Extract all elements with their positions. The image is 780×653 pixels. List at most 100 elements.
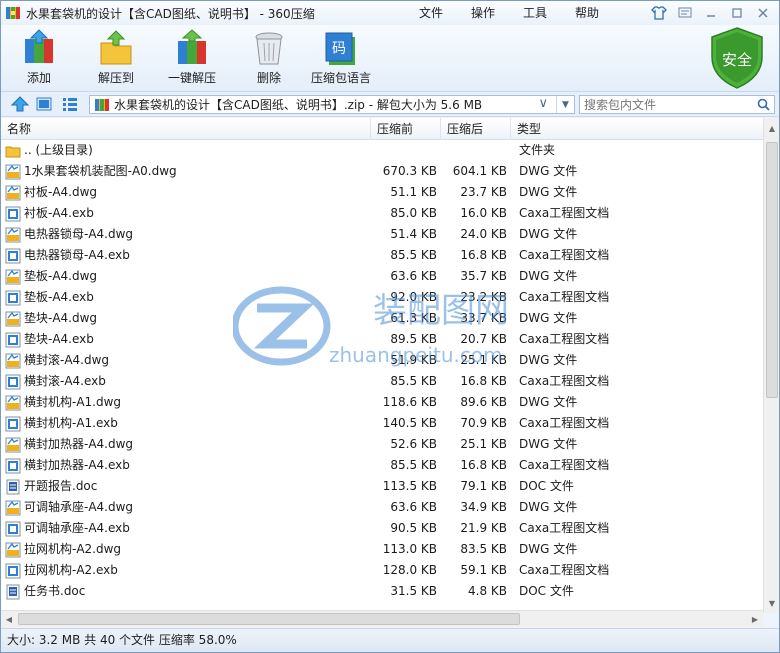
dwg-file-icon	[5, 395, 21, 410]
file-name: 横封机构-A1.dwg	[24, 395, 122, 409]
file-name-cell: 横封加热器-A4.dwg	[5, 434, 371, 455]
file-type: Caxa工程图文档	[519, 290, 610, 304]
file-row[interactable]: 横封滚-A4.exb 85.5 KB 16.8 KB Caxa工程图文档	[1, 371, 763, 392]
archive-file-icon	[95, 99, 109, 111]
file-size: 52.6 KB	[390, 437, 437, 451]
file-row[interactable]: 可调轴承座-A4.exb 90.5 KB 21.9 KB Caxa工程图文档	[1, 518, 763, 539]
menu-tools[interactable]: 工具	[509, 1, 561, 25]
scroll-right-arrow-icon[interactable]: ▶	[747, 611, 763, 627]
path-dropdown-button[interactable]: ▼	[556, 96, 574, 113]
file-row[interactable]: 横封机构-A1.dwg 118.6 KB 89.6 KB DWG 文件	[1, 392, 763, 413]
archive-path-field[interactable]: 水果套袋机的设计【含CAD图纸、说明书】.zip - 解包大小为 5.6 MB …	[89, 95, 575, 114]
file-row[interactable]: 开题报告.doc 113.5 KB 79.1 KB DOC 文件	[1, 476, 763, 497]
detail-view-icon[interactable]	[61, 96, 79, 112]
file-size: 85.5 KB	[390, 458, 437, 472]
app-window: 水果套袋机的设计【含CAD图纸、说明书】 - 360压缩 文件 操作 工具 帮助	[0, 0, 780, 653]
title-bar: 水果套袋机的设计【含CAD图纸、说明书】 - 360压缩 文件 操作 工具 帮助	[1, 1, 779, 25]
up-arrow-icon[interactable]	[11, 96, 29, 112]
file-row[interactable]: 横封加热器-A4.exb 85.5 KB 16.8 KB Caxa工程图文档	[1, 455, 763, 476]
file-size: 140.5 KB	[382, 416, 437, 430]
file-name-cell: 拉网机构-A2.dwg	[5, 539, 371, 560]
file-size: 90.5 KB	[390, 521, 437, 535]
one-click-extract-icon	[178, 29, 206, 64]
scroll-up-arrow-icon[interactable]: ▲	[764, 120, 779, 136]
address-bar: 水果套袋机的设计【含CAD图纸、说明书】.zip - 解包大小为 5.6 MB …	[1, 91, 779, 117]
file-row[interactable]: 横封加热器-A4.dwg 52.6 KB 25.1 KB DWG 文件	[1, 434, 763, 455]
thumbnail-view-icon[interactable]	[35, 96, 53, 112]
file-size: 85.0 KB	[390, 206, 437, 220]
file-name-cell: 任务书.doc	[5, 581, 371, 602]
file-row[interactable]: 可调轴承座-A4.dwg 63.6 KB 34.9 KB DWG 文件	[1, 497, 763, 518]
file-name: 1水果套袋机装配图-A0.dwg	[24, 164, 177, 178]
file-row[interactable]: 衬板-A4.dwg 51.1 KB 23.7 KB DWG 文件	[1, 182, 763, 203]
add-archive-icon	[25, 29, 53, 63]
vertical-scroll-thumb[interactable]	[766, 142, 778, 398]
file-type: Caxa工程图文档	[519, 416, 610, 430]
column-name[interactable]: 名称	[1, 118, 371, 140]
file-row[interactable]: 垫块-A4.dwg 61.3 KB 33.7 KB DWG 文件	[1, 308, 763, 329]
file-name: 可调轴承座-A4.exb	[24, 521, 130, 535]
extract-to-button[interactable]: 解压到	[98, 29, 134, 86]
file-row[interactable]: 拉网机构-A2.exb 128.0 KB 59.1 KB Caxa工程图文档	[1, 560, 763, 581]
file-size: 113.5 KB	[382, 479, 437, 493]
horizontal-scrollbar[interactable]: ◀ ▶	[1, 610, 763, 627]
horizontal-scroll-thumb[interactable]	[18, 613, 520, 625]
menu-file[interactable]: 文件	[405, 1, 457, 25]
file-row[interactable]: 1水果套袋机装配图-A0.dwg 670.3 KB 604.1 KB DWG 文件	[1, 161, 763, 182]
file-size: 113.0 KB	[382, 542, 437, 556]
file-row[interactable]: 垫板-A4.dwg 63.6 KB 35.7 KB DWG 文件	[1, 266, 763, 287]
column-packed-size[interactable]: 压缩后	[441, 118, 511, 140]
skin-shirt-icon[interactable]	[647, 4, 671, 22]
menu-operation[interactable]: 操作	[457, 1, 509, 25]
file-size: 118.6 KB	[382, 395, 437, 409]
file-row[interactable]: 任务书.doc 31.5 KB 4.8 KB DOC 文件	[1, 581, 763, 602]
one-click-extract-button[interactable]: 一键解压	[168, 29, 216, 86]
file-row[interactable]: 横封机构-A1.exb 140.5 KB 70.9 KB Caxa工程图文档	[1, 413, 763, 434]
archive-path-text: 水果套袋机的设计【含CAD图纸、说明书】.zip - 解包大小为 5.6 MB	[114, 98, 483, 112]
file-row[interactable]: 电热器锁母-A4.exb 85.5 KB 16.8 KB Caxa工程图文档	[1, 245, 763, 266]
delete-button[interactable]: 删除	[251, 29, 287, 86]
file-row[interactable]: .. (上级目录) 文件夹	[1, 140, 763, 161]
file-name: 垫板-A4.exb	[24, 290, 94, 304]
file-rows: .. (上级目录) 文件夹 1水果套袋机装配图-A0.dwg 670.3 KB 604.…	[1, 140, 763, 602]
file-packed-size: 34.9 KB	[460, 500, 507, 514]
file-packed-size: 604.1 KB	[452, 164, 507, 178]
scroll-left-arrow-icon[interactable]: ◀	[1, 611, 17, 627]
vertical-scrollbar[interactable]: ▲ ▼	[763, 118, 779, 613]
file-row[interactable]: 拉网机构-A2.dwg 113.0 KB 83.5 KB DWG 文件	[1, 539, 763, 560]
search-box[interactable]	[579, 95, 775, 114]
column-size[interactable]: 压缩前	[371, 118, 441, 140]
column-type[interactable]: 类型	[511, 118, 763, 140]
file-type: DWG 文件	[519, 185, 578, 199]
app-logo-icon	[6, 7, 20, 19]
archive-language-button[interactable]: 码 压缩包语言	[311, 29, 371, 86]
file-name: 横封加热器-A4.exb	[24, 458, 130, 472]
file-type: Caxa工程图文档	[519, 248, 610, 262]
file-packed-size: 89.6 KB	[460, 395, 507, 409]
dwg-file-icon	[5, 185, 21, 200]
minimize-icon[interactable]	[699, 4, 723, 22]
search-input[interactable]	[580, 96, 750, 113]
file-row[interactable]: 横封滚-A4.dwg 51.9 KB 25.1 KB DWG 文件	[1, 350, 763, 371]
file-row[interactable]: 垫板-A4.exb 92.0 KB 23.2 KB Caxa工程图文档	[1, 287, 763, 308]
file-row[interactable]: 电热器锁母-A4.dwg 51.4 KB 24.0 KB DWG 文件	[1, 224, 763, 245]
close-icon[interactable]	[751, 4, 775, 22]
extract-to-icon	[100, 30, 132, 65]
file-name-cell: 垫块-A4.dwg	[5, 308, 371, 329]
security-shield-badge[interactable]: 安全	[709, 27, 765, 89]
menu-help[interactable]: 帮助	[561, 1, 613, 25]
folder-icon	[5, 146, 21, 157]
file-row[interactable]: 衬板-A4.exb 85.0 KB 16.0 KB Caxa工程图文档	[1, 203, 763, 224]
file-size: 63.6 KB	[390, 500, 437, 514]
file-name: 可调轴承座-A4.dwg	[24, 500, 134, 514]
dwg-file-icon	[5, 437, 21, 452]
archive-language-icon: 码	[325, 32, 355, 65]
scroll-down-arrow-icon[interactable]: ▼	[764, 595, 779, 611]
add-button[interactable]: 添加	[21, 29, 57, 86]
feedback-menu-icon[interactable]	[673, 4, 697, 22]
file-row[interactable]: 垫块-A4.exb 89.5 KB 20.7 KB Caxa工程图文档	[1, 329, 763, 350]
maximize-icon[interactable]	[725, 4, 749, 22]
file-name-cell: 衬板-A4.exb	[5, 203, 371, 224]
search-icon[interactable]	[757, 98, 770, 111]
path-history-chevron-icon[interactable]: ∨	[538, 96, 548, 111]
